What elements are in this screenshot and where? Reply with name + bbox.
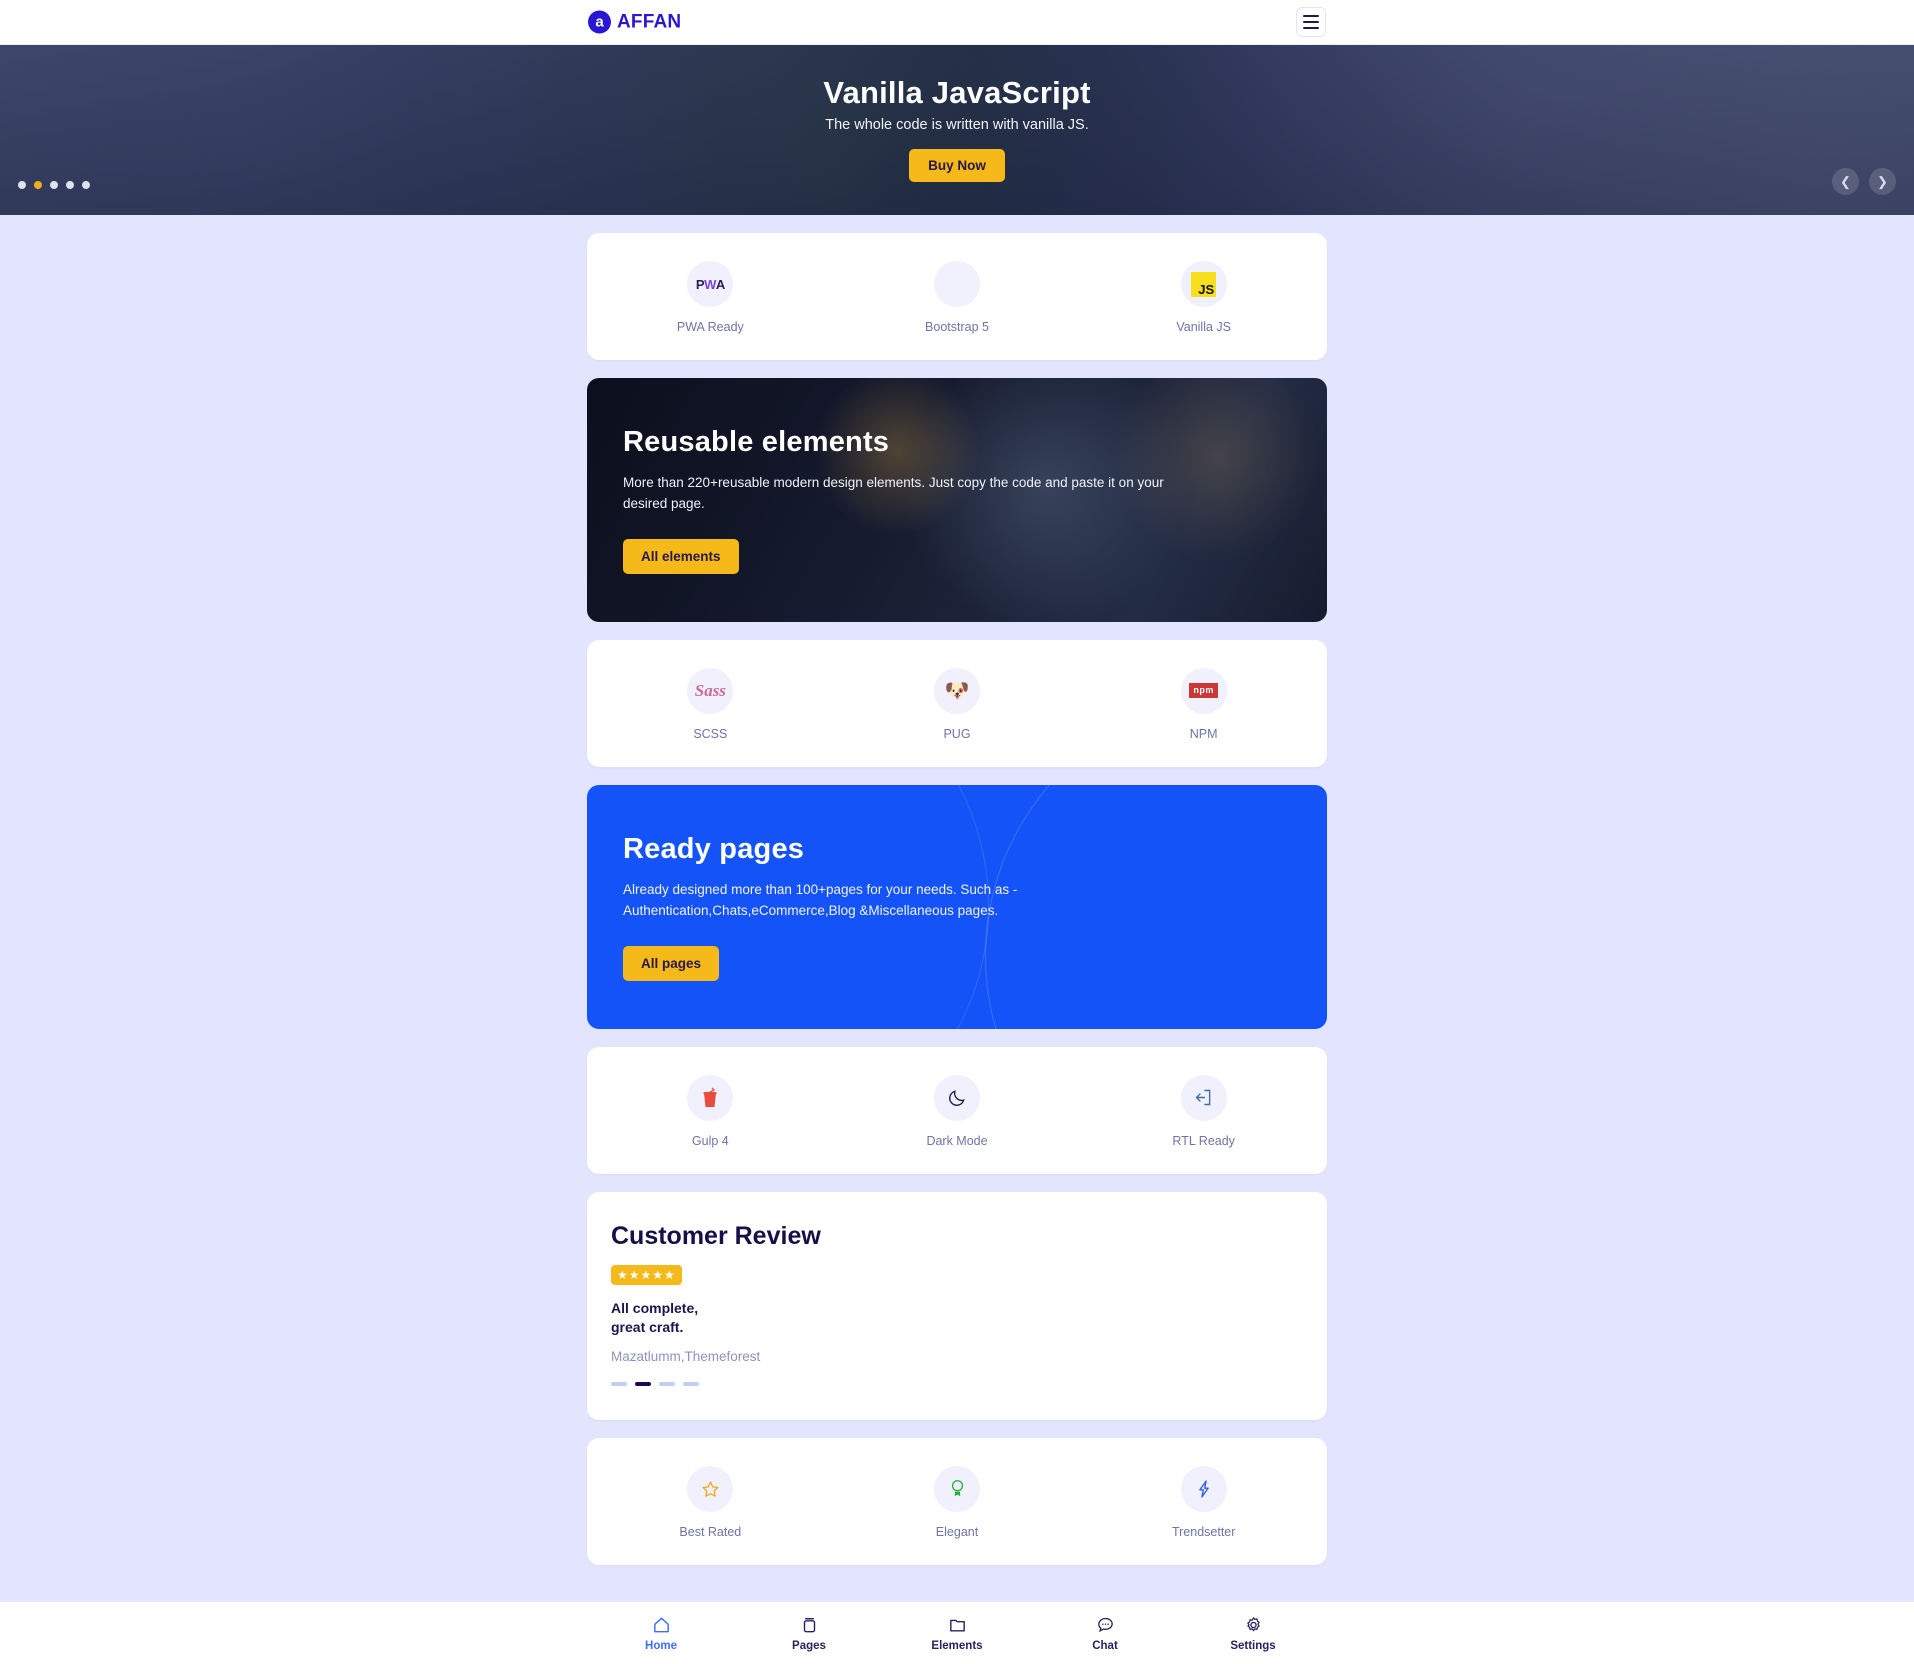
gear-icon: [1243, 1615, 1264, 1635]
lightning-bolt-icon: [1180, 1466, 1227, 1513]
moon-icon: [934, 1074, 980, 1121]
review-quote-line-1: All complete,: [611, 1299, 699, 1316]
review-dot-active[interactable]: [635, 1382, 651, 1387]
chevron-right-icon[interactable]: ❯: [1869, 168, 1896, 195]
feature-card-row-4: Best Rated Elegant Trendsetter: [587, 1438, 1327, 1566]
review-quote: All complete, great craft.: [611, 1299, 1303, 1337]
app-header: a AFFAN: [0, 0, 1914, 45]
review-section-title: Customer Review: [611, 1221, 821, 1250]
hamburger-bar: [1303, 21, 1319, 23]
all-pages-button[interactable]: All pages: [623, 945, 720, 981]
feature-label: Bootstrap 5: [925, 320, 989, 334]
banner-text: More than 220+reusable modern design ele…: [623, 475, 1164, 511]
star-rating: ★★★★★: [611, 1264, 682, 1285]
hamburger-bar: [1303, 15, 1319, 17]
review-dot[interactable]: [659, 1382, 675, 1387]
home-icon: [651, 1615, 672, 1635]
feature-label: Trendsetter: [1171, 1525, 1236, 1540]
review-pagination[interactable]: [611, 1382, 1303, 1387]
bootstrap-icon: [934, 261, 980, 307]
carousel-dot[interactable]: [50, 181, 58, 189]
carousel-dot[interactable]: [66, 181, 74, 189]
feature-gulp-4[interactable]: Gulp 4: [587, 1074, 834, 1148]
carousel-dot[interactable]: [82, 181, 90, 189]
feature-label: Vanilla JS: [1176, 320, 1232, 334]
hero-carousel: Vanilla JavaScript The whole code is wri…: [0, 45, 1914, 215]
feature-pwa-ready[interactable]: PWA PWA Ready: [587, 261, 834, 334]
review-dot[interactable]: [611, 1382, 627, 1387]
feature-elegant[interactable]: Elegant: [834, 1466, 1081, 1539]
review-dot[interactable]: [683, 1382, 699, 1387]
hamburger-icon[interactable]: [1296, 7, 1326, 37]
feature-label: Gulp 4: [691, 1133, 729, 1148]
feature-label: PUG: [943, 726, 971, 741]
award-ribbon-icon: [934, 1466, 980, 1513]
main-content: PWA PWA Ready Bootstrap 5 JS Vanilla JS: [0, 215, 1914, 1616]
nav-label: Chat: [1092, 1639, 1118, 1652]
feature-bootstrap-5[interactable]: Bootstrap 5: [834, 261, 1081, 334]
feature-scss[interactable]: Sass SCSS: [587, 667, 834, 741]
chat-bubble-icon: [1095, 1615, 1116, 1635]
nav-item-elements[interactable]: Elements: [883, 1615, 1031, 1652]
rtl-arrow-icon: [1180, 1074, 1227, 1121]
feature-pug[interactable]: 🐶 PUG: [834, 667, 1081, 741]
banner-title: Reusable elements: [623, 426, 890, 458]
folder-icon: [947, 1615, 968, 1635]
bottom-navigation: Home Pages Elements Chat Settings: [0, 1601, 1914, 1664]
customer-review-card: Customer Review ★★★★★ All complete, grea…: [587, 1191, 1327, 1421]
review-quote-line-2: great craft.: [611, 1318, 684, 1335]
nav-label: Elements: [931, 1639, 983, 1652]
pug-dog-icon: 🐶: [934, 667, 980, 714]
feature-dark-mode[interactable]: Dark Mode: [834, 1074, 1081, 1148]
javascript-icon: JS: [1180, 261, 1227, 307]
feature-vanilla-js[interactable]: JS Vanilla JS: [1080, 261, 1327, 334]
affan-logo-icon: a: [588, 10, 611, 34]
feature-rtl-ready[interactable]: RTL Ready: [1080, 1074, 1327, 1148]
nav-item-chat[interactable]: Chat: [1031, 1615, 1179, 1652]
carousel-dot[interactable]: [18, 181, 26, 189]
carousel-dots[interactable]: [18, 181, 90, 189]
carousel-arrows: ❮ ❯: [1832, 168, 1896, 195]
brand-logo[interactable]: a AFFAN: [588, 10, 682, 34]
pages-icon: [799, 1615, 820, 1635]
review-author: Mazatlumm,Themeforest: [611, 1349, 761, 1365]
all-elements-button[interactable]: All elements: [623, 538, 739, 574]
feature-card-row-1: PWA PWA Ready Bootstrap 5 JS Vanilla JS: [587, 233, 1327, 360]
banner-title: Ready pages: [623, 832, 805, 865]
feature-label: PWA Ready: [676, 320, 744, 334]
gulp-cup-icon: [687, 1074, 734, 1121]
feature-npm[interactable]: npm NPM: [1080, 667, 1327, 741]
feature-label: Best Rated: [679, 1525, 742, 1540]
chevron-left-icon[interactable]: ❮: [1832, 168, 1859, 195]
nav-label: Pages: [792, 1639, 826, 1652]
hamburger-bar: [1303, 27, 1319, 29]
nav-item-settings[interactable]: Settings: [1179, 1615, 1327, 1652]
brand-name: AFFAN: [617, 11, 682, 32]
ready-pages-banner: Ready pages Already designed more than 1…: [587, 784, 1327, 1029]
hero-subtitle: The whole code is written with vanilla J…: [825, 116, 1089, 133]
banner-text: Already designed more than 100+pages for…: [623, 881, 1018, 918]
feature-label: RTL Ready: [1172, 1133, 1235, 1148]
npm-icon: npm: [1180, 667, 1227, 714]
reusable-elements-banner: Reusable elements More than 220+reusable…: [587, 378, 1327, 622]
sass-icon: Sass: [687, 667, 734, 714]
feature-trendsetter[interactable]: Trendsetter: [1080, 1466, 1327, 1539]
hero-title: Vanilla JavaScript: [823, 74, 1091, 110]
buy-now-button[interactable]: Buy Now: [909, 148, 1005, 182]
feature-best-rated[interactable]: Best Rated: [587, 1466, 834, 1539]
feature-label: Dark Mode: [926, 1133, 988, 1148]
nav-item-home[interactable]: Home: [587, 1615, 735, 1652]
nav-label: Settings: [1230, 1639, 1276, 1652]
nav-item-pages[interactable]: Pages: [735, 1615, 883, 1652]
feature-card-row-2: Sass SCSS 🐶 PUG npm NPM: [587, 639, 1327, 767]
pwa-icon: PWA: [687, 261, 734, 307]
nav-label: Home: [645, 1639, 677, 1652]
feature-label: NPM: [1189, 726, 1218, 741]
feature-card-row-3: Gulp 4 Dark Mode RTL Ready: [587, 1046, 1327, 1174]
carousel-dot-active[interactable]: [34, 181, 42, 189]
feature-label: SCSS: [693, 726, 728, 741]
star-outline-icon: [687, 1466, 734, 1513]
feature-label: Elegant: [935, 1525, 979, 1540]
